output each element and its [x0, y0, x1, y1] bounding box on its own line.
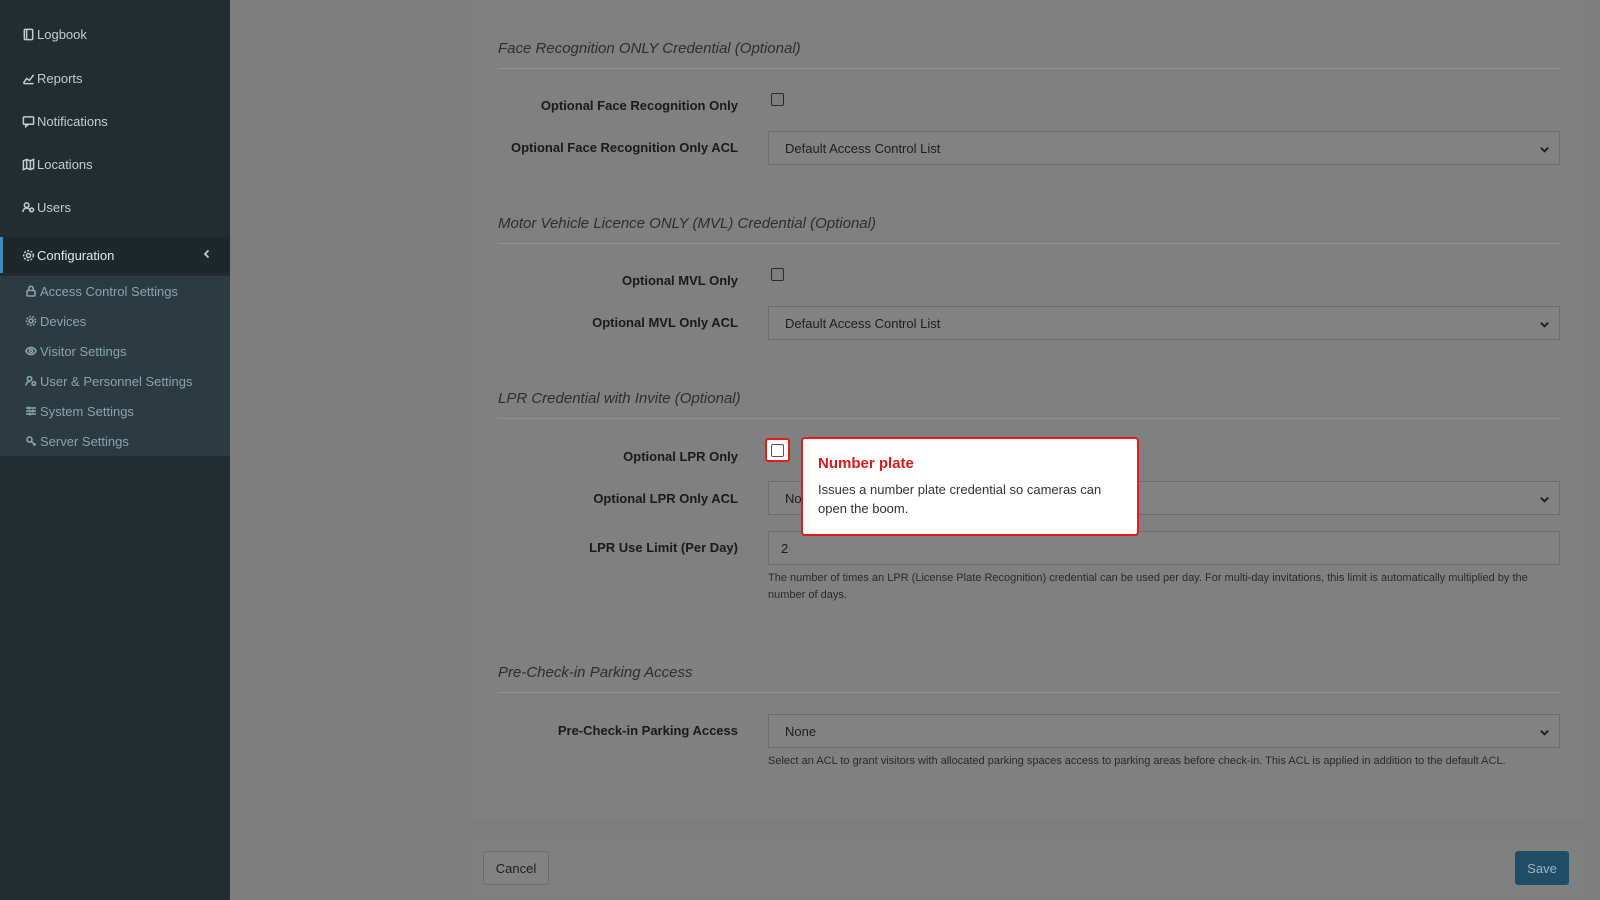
chevron-down-icon [1539, 726, 1551, 738]
sidebar-item-label: Reports [37, 70, 83, 86]
server-icon [22, 433, 39, 449]
sidebar: Logbook Reports Notifications Locations … [0, 0, 230, 900]
sidebar-item-label: Users [37, 199, 71, 215]
face-only-label: Optional Face Recognition Only [540, 98, 738, 113]
eye-icon [22, 343, 39, 359]
message-icon [20, 113, 36, 129]
section-divider [498, 418, 1560, 419]
parking-help: Select an ACL to grant visitors with all… [768, 755, 1506, 767]
device-icon [22, 313, 39, 329]
checkbox-box [771, 444, 784, 457]
lpr-limit-input[interactable]: 2 [768, 531, 1560, 565]
save-button[interactable]: Save [1515, 851, 1569, 885]
face-acl-label: Optional Face Recognition Only ACL [510, 140, 738, 155]
sidebar-item-notifications[interactable]: Notifications [0, 103, 230, 139]
tooltip-body: Issues a number plate credential so came… [818, 482, 1102, 516]
form-footer: Cancel Save [473, 840, 1585, 898]
subnav-item-server-settings[interactable]: Server Settings [0, 426, 230, 456]
mvl-acl-select[interactable]: Default Access Control List [768, 306, 1560, 340]
subnav-item-devices[interactable]: Devices [0, 306, 230, 336]
section-divider [498, 692, 1560, 693]
parking-value: None [785, 723, 817, 739]
lpr-limit-help: The number of times an LPR (License Plat… [768, 572, 1528, 601]
sidebar-item-reports[interactable]: Reports [0, 60, 230, 96]
parking-select[interactable]: None [768, 714, 1560, 748]
users-icon [20, 199, 36, 215]
chart-icon [20, 70, 36, 86]
sidebar-item-logbook[interactable]: Logbook [0, 16, 230, 52]
lpr-only-label: Optional LPR Only [623, 449, 738, 464]
cancel-button[interactable]: Cancel [483, 851, 549, 885]
mvl-acl-label: Optional MVL Only ACL [592, 315, 738, 330]
lpr-acl-label: Optional LPR Only ACL [593, 491, 738, 506]
sliders-icon [22, 403, 39, 419]
lpr-limit-label: LPR Use Limit (Per Day) [589, 540, 738, 555]
mvl-only-label: Optional MVL Only [621, 273, 738, 288]
subnav-item-label: Server Settings [40, 433, 129, 449]
parking-label: Pre-Check-in Parking Access [557, 723, 738, 738]
chevron-down-icon [1539, 493, 1551, 505]
chevron-down-icon [1539, 143, 1551, 155]
lock-icon [22, 283, 39, 299]
sidebar-item-label: Locations [37, 156, 93, 172]
user-settings-icon [22, 373, 39, 389]
subnav-item-label: Access Control Settings [40, 283, 179, 299]
chevron-left-icon [202, 247, 216, 261]
tooltip: Number plate Issues a number plate crede… [801, 437, 1139, 536]
configuration-submenu: Access Control Settings Devices Visitor … [0, 276, 230, 456]
face-only-checkbox[interactable] [771, 93, 784, 106]
settings-panel: Face Recognition ONLY Credential (Option… [473, 0, 1585, 820]
section-title-lpr: LPR Credential with Invite (Optional) [498, 390, 741, 407]
subnav-item-label: Visitor Settings [40, 343, 127, 359]
gear-icon [20, 247, 36, 263]
mvl-acl-value: Default Access Control List [785, 315, 941, 331]
sidebar-item-label: Notifications [37, 113, 108, 129]
subnav-item-label: User & Personnel Settings [40, 373, 193, 389]
chevron-down-icon [1539, 318, 1551, 330]
map-icon [20, 156, 36, 172]
subnav-item-user-personnel[interactable]: User & Personnel Settings [0, 366, 230, 396]
subnav-item-label: System Settings [40, 403, 134, 419]
face-acl-value: Default Access Control List [785, 140, 941, 156]
sidebar-item-users[interactable]: Users [0, 189, 230, 225]
section-divider [498, 243, 1560, 244]
lpr-limit-value: 2 [781, 540, 789, 556]
lpr-only-checkbox[interactable] [765, 438, 790, 462]
subnav-item-visitor-settings[interactable]: Visitor Settings [0, 336, 230, 366]
book-icon [20, 26, 36, 42]
sidebar-item-label: Logbook [37, 26, 87, 42]
section-divider [498, 68, 1560, 69]
sidebar-item-configuration[interactable]: Configuration [0, 237, 230, 273]
section-title-parking: Pre-Check-in Parking Access [498, 664, 693, 681]
subnav-item-label: Devices [40, 313, 87, 329]
lpr-acl-value: No [785, 490, 802, 506]
subnav-item-access-control[interactable]: Access Control Settings [0, 276, 230, 306]
face-acl-select[interactable]: Default Access Control List [768, 131, 1560, 165]
mvl-only-checkbox[interactable] [771, 268, 784, 281]
section-title-face: Face Recognition ONLY Credential (Option… [498, 40, 801, 57]
tooltip-title: Number plate [818, 455, 914, 472]
sidebar-item-label: Configuration [37, 247, 115, 263]
section-title-mvl: Motor Vehicle Licence ONLY (MVL) Credent… [498, 215, 876, 232]
subnav-item-system-settings[interactable]: System Settings [0, 396, 230, 426]
sidebar-item-locations[interactable]: Locations [0, 146, 230, 182]
